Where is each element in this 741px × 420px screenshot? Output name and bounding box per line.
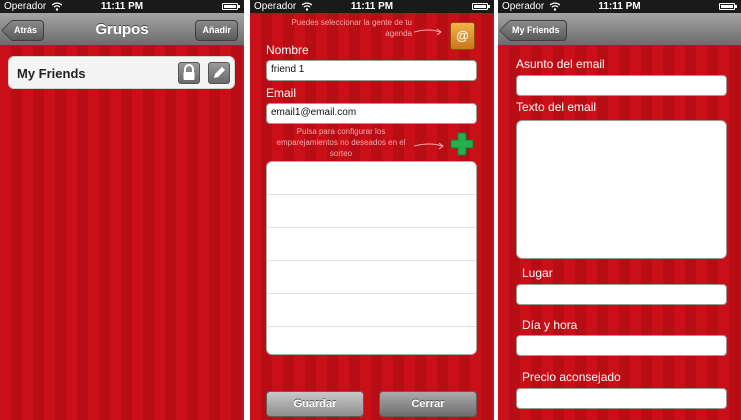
status-time: 11:11 PM [350, 1, 394, 12]
list-item[interactable] [267, 195, 476, 228]
groups-screen: Operador 11:11 PM Grupos Atrás Añadir My… [0, 0, 244, 420]
body-field[interactable] [516, 120, 727, 259]
status-time: 11:11 PM [100, 1, 144, 12]
nav-bar: Grupos Atrás Añadir [0, 13, 244, 46]
list-item[interactable] [267, 261, 476, 294]
friends-list[interactable] [266, 161, 477, 355]
arrow-icon [414, 28, 442, 36]
list-item[interactable] [267, 294, 476, 327]
status-bar: Operador 11:11 PM [0, 0, 244, 13]
add-pairing-icon[interactable] [450, 132, 474, 156]
contacts-hint: Puedes seleccionar la gente de tu agenda [291, 18, 412, 38]
nav-bar: My Friends [498, 13, 741, 46]
list-item[interactable] [267, 162, 476, 195]
status-bar: Operador 11:11 PM [498, 0, 741, 13]
list-item[interactable] [267, 228, 476, 261]
add-button[interactable]: Añadir [195, 20, 238, 41]
name-field[interactable]: friend 1 [266, 60, 477, 81]
datetime-label: Día y hora [522, 318, 578, 332]
arrow-icon [414, 142, 444, 150]
status-time: 11:11 PM [598, 1, 641, 12]
status-bar: Operador 11:11 PM [250, 0, 494, 13]
friend-editor-screen: Operador 11:11 PM Puedes seleccionar la … [250, 0, 494, 420]
close-button[interactable]: Cerrar [379, 391, 477, 417]
lock-icon[interactable] [178, 62, 200, 84]
place-field[interactable] [516, 284, 727, 305]
place-label: Lugar [522, 266, 553, 280]
back-button-label: My Friends [512, 25, 560, 35]
pairing-hint: Pulsa para configurar los emparejamiento… [276, 127, 406, 158]
datetime-field[interactable] [516, 335, 727, 356]
back-button-label: Atrás [14, 25, 38, 35]
edit-icon[interactable] [208, 62, 230, 84]
email-label: Email [266, 86, 297, 100]
list-item[interactable]: My Friends [8, 56, 235, 89]
price-label: Precio aconsejado [522, 370, 621, 384]
body-label: Texto del email [516, 100, 597, 114]
subject-label: Asunto del email [516, 57, 605, 71]
email-field[interactable]: email1@email.com [266, 103, 477, 124]
subject-field[interactable] [516, 75, 727, 96]
battery-icon [719, 3, 737, 10]
email-settings-screen: Operador 11:11 PM My Friends Asunto del … [498, 0, 741, 420]
price-field[interactable] [516, 388, 727, 409]
save-button[interactable]: Guardar [266, 391, 364, 417]
back-button[interactable]: Atrás [12, 20, 45, 41]
group-name: My Friends [17, 66, 86, 81]
battery-icon [472, 3, 490, 10]
battery-icon [222, 3, 240, 10]
back-button[interactable]: My Friends [510, 20, 567, 41]
name-label: Nombre [266, 43, 309, 57]
address-book-icon[interactable]: @ [450, 22, 475, 50]
